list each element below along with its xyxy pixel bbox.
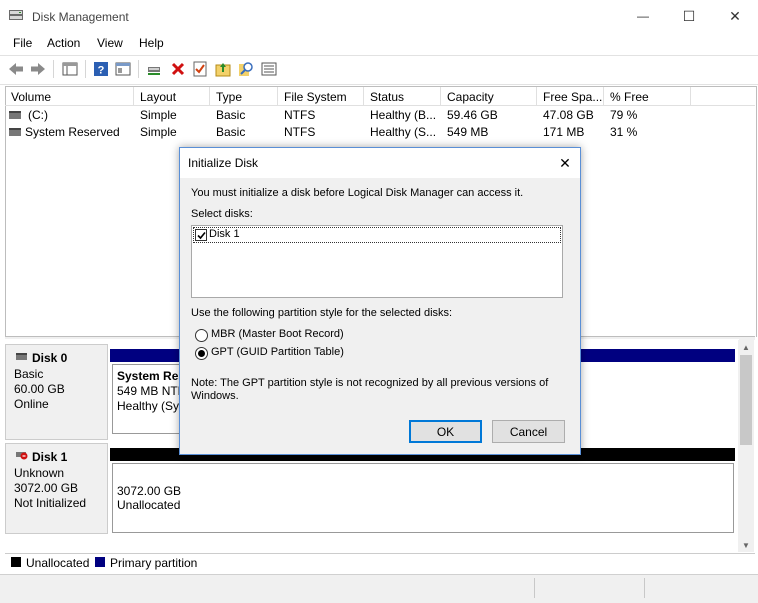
- disk-icon: [16, 353, 27, 360]
- disk-0-size: 60.00 GB: [14, 382, 65, 396]
- table-cell: Simple: [140, 125, 177, 139]
- disk-1-checkbox[interactable]: [195, 229, 207, 241]
- table-cell: NTFS: [284, 125, 316, 139]
- scroll-up-icon[interactable]: ▲: [738, 340, 754, 354]
- disk-1-name: Disk 1: [32, 450, 68, 464]
- help-icon[interactable]: ?: [92, 60, 110, 78]
- partition-title: System Res: [117, 369, 186, 383]
- properties-icon[interactable]: [114, 60, 132, 78]
- legend-swatch-primary: [95, 557, 105, 567]
- svg-text:?: ?: [98, 65, 105, 77]
- column-layout[interactable]: Layout: [140, 90, 176, 104]
- table-cell: 79 %: [610, 108, 638, 122]
- mbr-radio-label[interactable]: MBR (Master Boot Record): [211, 328, 344, 340]
- connect-icon[interactable]: [145, 60, 163, 78]
- partition-size: 549 MB NTF: [117, 384, 186, 398]
- table-cell: Healthy (S...: [370, 125, 437, 139]
- table-cell: 549 MB: [447, 125, 489, 139]
- column-free-space[interactable]: Free Spa...: [543, 90, 602, 104]
- table-cell: (C:): [28, 108, 48, 122]
- table-cell: Basic: [216, 125, 246, 139]
- gpt-radio[interactable]: [195, 347, 208, 360]
- minimize-button[interactable]: —: [620, 0, 666, 32]
- table-cell: Basic: [216, 108, 246, 122]
- drive-icon: [9, 128, 21, 136]
- ok-button[interactable]: OK: [409, 420, 482, 443]
- legend-swatch-unallocated: [11, 557, 21, 567]
- legend-label-primary: Primary partition: [110, 556, 198, 570]
- disk-list: Disk 1: [191, 225, 563, 298]
- delete-icon[interactable]: [169, 60, 187, 78]
- disk-0-name: Disk 0: [32, 351, 68, 365]
- folder-up-icon[interactable]: [214, 60, 232, 78]
- unallocated-size: 3072.00 GB: [117, 484, 182, 498]
- cancel-button-label: Cancel: [509, 424, 548, 439]
- dialog-note-line1: Note: The GPT partition style is not rec…: [191, 377, 549, 389]
- menu-action[interactable]: Action: [47, 36, 80, 50]
- partition-unallocated[interactable]: [112, 463, 734, 533]
- disk-list-item-label: Disk 1: [209, 228, 240, 240]
- maximize-button[interactable]: ☐: [666, 0, 712, 32]
- list-view-icon[interactable]: [260, 60, 278, 78]
- ok-button-label: OK: [436, 424, 455, 439]
- close-icon: ✕: [729, 7, 741, 24]
- mbr-radio[interactable]: [195, 329, 208, 342]
- table-cell: 171 MB: [543, 125, 585, 139]
- gpt-radio-label[interactable]: GPT (GUID Partition Table): [211, 346, 344, 358]
- close-button[interactable]: ✕: [712, 0, 758, 32]
- forward-arrow-icon[interactable]: [29, 60, 47, 78]
- table-cell: 47.08 GB: [543, 108, 594, 122]
- partition-status: Healthy (Sys: [117, 399, 186, 413]
- table-cell: 59.46 GB: [447, 108, 498, 122]
- search-icon[interactable]: [237, 60, 255, 78]
- column-status[interactable]: Status: [370, 90, 404, 104]
- back-arrow-icon[interactable]: [7, 60, 25, 78]
- disk-1-type: Unknown: [14, 466, 65, 480]
- column-volume[interactable]: Volume: [11, 90, 51, 104]
- partition-style-label: Use the following partition style for th…: [191, 307, 453, 319]
- legend-label-unallocated: Unallocated: [26, 556, 90, 570]
- dialog-intro: You must initialize a disk before Logica…: [191, 187, 524, 199]
- disk-1-status: Not Initialized: [14, 496, 87, 510]
- table-cell: NTFS: [284, 108, 316, 122]
- menu-view[interactable]: View: [97, 36, 123, 50]
- close-icon: ✕: [559, 154, 571, 171]
- menu-file[interactable]: File: [13, 36, 32, 50]
- window-title: Disk Management: [32, 10, 129, 24]
- dialog-note-line2: Windows.: [191, 390, 239, 402]
- table-cell: Healthy (B...: [370, 108, 437, 122]
- column-type[interactable]: Type: [216, 90, 242, 104]
- dialog-close-button[interactable]: ✕: [550, 148, 580, 178]
- initialize-disk-dialog: Initialize Disk ✕ You must initialize a …: [179, 147, 581, 455]
- drive-icon: [9, 111, 21, 119]
- table-cell: 31 %: [610, 125, 638, 139]
- dialog-title: Initialize Disk: [188, 156, 259, 170]
- table-cell: Simple: [140, 108, 177, 122]
- column-percent-free[interactable]: % Free: [610, 90, 649, 104]
- cancel-button[interactable]: Cancel: [492, 420, 565, 443]
- disk-1-size: 3072.00 GB: [14, 481, 79, 495]
- checklist-icon[interactable]: [191, 60, 209, 78]
- disk-0-status: Online: [14, 397, 49, 411]
- table-cell: System Reserved: [25, 125, 120, 139]
- maximize-icon: ☐: [682, 7, 696, 24]
- column-capacity[interactable]: Capacity: [447, 90, 494, 104]
- menu-help[interactable]: Help: [139, 36, 164, 50]
- app-icon: [9, 9, 23, 21]
- select-disks-label: Select disks:: [191, 208, 253, 220]
- checkmark-icon: [196, 231, 206, 239]
- disk-error-icon: [16, 450, 28, 461]
- console-tree-icon[interactable]: [61, 60, 79, 78]
- column-file-system[interactable]: File System: [284, 90, 347, 104]
- scrollbar-thumb[interactable]: [740, 355, 752, 445]
- radio-dot-icon: [198, 350, 205, 357]
- minimize-icon: —: [637, 9, 649, 23]
- disk-list-item[interactable]: [193, 227, 561, 243]
- scroll-down-icon[interactable]: ▼: [738, 538, 754, 552]
- unallocated-label: Unallocated: [117, 498, 181, 512]
- disk-0-type: Basic: [14, 367, 44, 381]
